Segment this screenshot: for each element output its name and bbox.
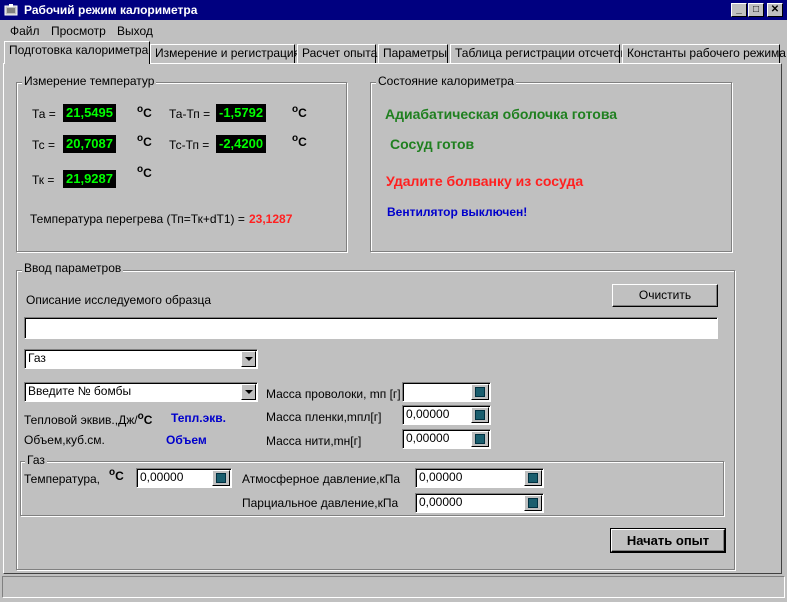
tab-calorimeter-preparation[interactable]: Подготовка калориметра	[4, 41, 150, 64]
tk-unit: oC	[137, 164, 152, 180]
menu-bar: Файл Просмотр Выход	[0, 21, 787, 39]
tc-value: 20,7087	[63, 135, 116, 153]
status-vessel-ready: Сосуд готов	[390, 136, 475, 152]
tc-label: Тс =	[32, 138, 55, 152]
heat-equivalent-value: Тепл.экв.	[171, 411, 226, 425]
calculator-button[interactable]	[471, 384, 489, 400]
menu-view[interactable]: Просмотр	[51, 24, 106, 38]
maximize-button[interactable]: □	[748, 3, 764, 17]
gas-temperature-unit: oC	[109, 467, 124, 483]
wire-mass-label: Масса проволоки, mп [г]	[266, 387, 401, 401]
ta-tp-label: Та-Тп =	[169, 107, 211, 121]
calculator-icon	[475, 434, 485, 444]
partial-pressure-label: Парциальное давление,кПа	[242, 496, 399, 510]
calculator-button[interactable]	[471, 407, 489, 423]
chevron-down-icon[interactable]	[241, 384, 256, 400]
temperature-group-title: Измерение температур	[22, 74, 157, 88]
calorimeter-app-icon	[4, 4, 18, 16]
atmospheric-pressure-input[interactable]: 0,00000	[415, 468, 544, 488]
substance-select[interactable]: Газ	[24, 349, 258, 369]
partial-pressure-input[interactable]: 0,00000	[415, 493, 544, 513]
gas-group-title: Газ	[25, 453, 47, 467]
menu-file[interactable]: Файл	[10, 24, 40, 38]
wire-mass-input[interactable]	[402, 382, 491, 402]
film-mass-label: Масса пленки,mпл[г]	[266, 410, 382, 424]
sample-description-input[interactable]	[24, 317, 718, 339]
ta-label: Та =	[32, 107, 56, 121]
tc-tp-value: -2,4200	[216, 135, 267, 153]
status-bar	[2, 576, 785, 598]
thread-mass-input[interactable]: 0,00000	[402, 429, 491, 449]
parameters-group-title: Ввод параметров	[22, 261, 124, 275]
ta-value: 21,5495	[63, 104, 116, 122]
atmospheric-pressure-label: Атмосферное давление,кПа	[242, 472, 401, 486]
minimize-button[interactable]: _	[731, 3, 747, 17]
close-button[interactable]: ✕	[767, 3, 783, 17]
tab-measurement-registration[interactable]: Измерение и регистрация	[150, 44, 300, 63]
tab-operating-constants[interactable]: Константы рабочего режима	[622, 44, 786, 63]
clear-button[interactable]: Очистить	[612, 284, 718, 307]
ta-unit: oC	[137, 104, 152, 120]
heat-equivalent-label: Тепловой эквив.,Дж/oC	[24, 411, 153, 427]
status-shell-ready: Адиабатическая оболочка готова	[385, 106, 618, 122]
tab-readings-table[interactable]: Таблица регистрации отсчетов	[450, 44, 627, 63]
window-title: Рабочий режим калориметра	[24, 3, 198, 17]
bomb-number-select[interactable]: Введите № бомбы	[24, 382, 258, 402]
calorimeter-state-title: Состояние калориметра	[376, 74, 516, 88]
ta-tp-unit: oC	[292, 104, 307, 120]
tk-value: 21,9287	[63, 170, 116, 188]
start-experiment-button[interactable]: Начать опыт	[610, 528, 726, 553]
chevron-down-icon[interactable]	[241, 351, 256, 367]
calculator-icon	[216, 473, 226, 483]
bomb-number-select-value: Введите № бомбы	[28, 384, 132, 398]
volume-label: Объем,куб.см.	[24, 433, 105, 447]
calculator-icon	[528, 473, 538, 483]
title-bar: Рабочий режим калориметра _ □ ✕	[0, 0, 787, 20]
calculator-icon	[475, 387, 485, 397]
overheat-label: Температура перегрева (Тп=Тк+dT1) =	[30, 212, 245, 226]
film-mass-input[interactable]: 0,00000	[402, 405, 491, 425]
gas-temperature-input[interactable]: 0,00000	[136, 468, 232, 488]
substance-select-value: Газ	[28, 351, 46, 365]
status-remove-dummy: Удалите болванку из сосуда	[386, 173, 584, 189]
overheat-value: 23,1287	[249, 212, 293, 226]
calculator-button[interactable]	[471, 431, 489, 447]
tab-experiment-calculation[interactable]: Расчет опыта	[297, 44, 377, 63]
tc-unit: oC	[137, 133, 152, 149]
status-fan-off: Вентилятор выключен!	[387, 205, 528, 219]
calculator-button[interactable]	[524, 495, 542, 511]
sample-description-label: Описание исследуемого образца	[26, 293, 212, 307]
tc-tp-unit: oC	[292, 133, 307, 149]
calculator-icon	[528, 498, 538, 508]
gas-temperature-label: Температура,	[24, 472, 101, 486]
tab-bar: Подготовка калориметра Измерение и регис…	[0, 40, 787, 64]
tab-parameters[interactable]: Параметры	[378, 44, 448, 63]
tk-label: Тк =	[32, 173, 55, 187]
calculator-button[interactable]	[212, 470, 230, 486]
tc-tp-label: Тс-Тп =	[169, 138, 210, 152]
ta-tp-value: -1,5792	[216, 104, 267, 122]
menu-exit[interactable]: Выход	[117, 24, 153, 38]
calculator-button[interactable]	[524, 470, 542, 486]
calculator-icon	[475, 410, 485, 420]
volume-value: Объем	[166, 433, 207, 447]
thread-mass-label: Масса нити,mн[г]	[266, 434, 362, 448]
